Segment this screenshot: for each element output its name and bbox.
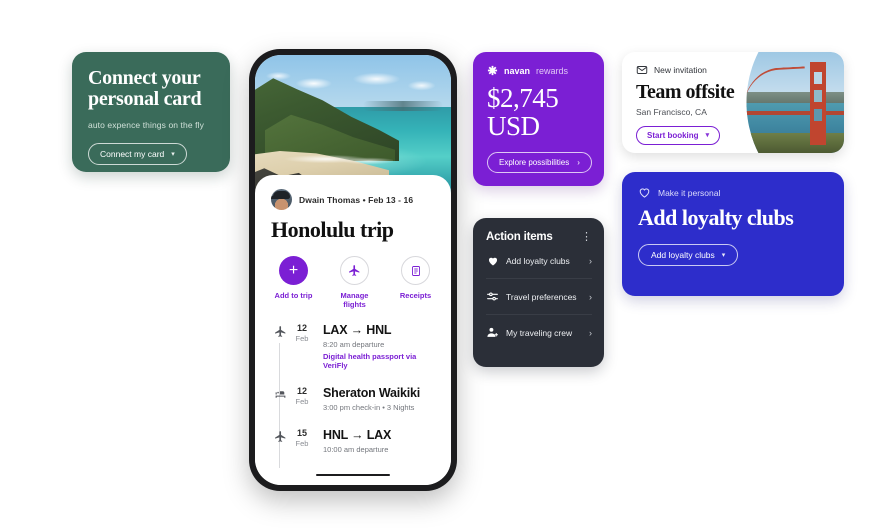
navan-brand-word: rewards [536,65,569,76]
loyalty-title: Add loyalty clubs [638,205,794,230]
team-offsite-invitation-card: New invitation Team offsite San Francisc… [622,52,844,153]
invitation-title: Team offsite [636,81,735,103]
itinerary-timeline: 12 Feb LAX → HNL 8:20 am departure Digit… [271,323,435,470]
avatar [271,189,292,210]
itinerary-item[interactable]: 15 Feb HNL → LAX 10:00 am departure [271,428,435,470]
quick-action-receipts[interactable]: Receipts [396,256,435,309]
navan-rewards-card: navan rewards $2,745 USD Explore possibi… [473,52,604,186]
home-indicator [316,473,390,476]
heart-icon [486,254,499,267]
hero-surf [281,151,393,167]
page-title: Honolulu trip [271,217,394,242]
itinerary-item[interactable]: 12 Feb Sheraton Waikiki 3:00 pm check-in… [271,386,435,428]
quick-action-label: Manage flights [340,291,369,309]
loyalty-kicker-label: Make it personal [658,187,721,198]
itinerary-day: 15 [296,428,307,438]
quick-action-label: Add to trip [274,291,313,300]
itinerary-title: Sheraton Waikiki [323,386,421,400]
chevron-right-icon: › [577,157,580,167]
chevron-right-icon: › [589,255,592,266]
receipt-icon [401,256,430,285]
action-item-travel-preferences[interactable]: Travel preferences › [486,279,592,315]
airplane-icon [271,428,289,454]
connect-card-subtitle: auto expence things on the fly [88,120,204,130]
envelope-icon [636,66,648,74]
heart-outline-icon [639,188,650,198]
itinerary-day: 12 [296,386,307,396]
bed-icon [271,386,289,412]
action-items-title: Action items [486,231,553,243]
rewards-amount-line2: USD [487,111,540,141]
itinerary-date: 15 Feb [289,428,315,454]
navan-logo-icon [487,65,498,76]
itinerary-subtitle: 3:00 pm check-in • 3 Nights [323,403,415,412]
explore-possibilities-button[interactable]: Explore possibilities › [487,152,592,173]
itinerary-month: Feb [295,334,309,343]
navan-brand-name: navan [504,65,531,76]
itinerary-title: HNL → LAX [323,428,392,442]
airplane-icon [271,323,289,370]
invitation-kicker-label: New invitation [654,65,707,75]
quick-action-label: Receipts [399,291,432,300]
loyalty-kicker: Make it personal [638,186,828,199]
itinerary-subtitle: 8:20 am departure [323,340,385,349]
connect-my-card-button[interactable]: Connect my card ▾ [88,143,187,165]
byline-text: Dwain Thomas • Feb 13 - 16 [299,194,414,205]
action-items-header: Action items ⋮ [486,231,592,243]
hero-headland [363,101,443,111]
itinerary-body: LAX → HNL 8:20 am departure Digital heal… [315,323,435,370]
chevron-down-icon: ▾ [721,251,726,259]
sliders-icon [486,290,499,303]
phone-mockup: Dwain Thomas • Feb 13 - 16 Honolulu trip… [249,49,457,491]
explore-possibilities-label: Explore possibilities [499,158,570,167]
kebab-menu-icon[interactable]: ⋮ [581,231,592,243]
itinerary-day: 12 [296,323,307,333]
chevron-right-icon: › [589,291,592,302]
health-passport-link[interactable]: Digital health passport via VeriFly [323,352,435,370]
quick-action-manage-flights[interactable]: Manage flights [335,256,374,309]
add-loyalty-clubs-card: Make it personal Add loyalty clubs Add l… [622,172,844,296]
action-item-my-traveling-crew[interactable]: My traveling crew › [486,315,592,350]
itinerary-body: HNL → LAX 10:00 am departure [315,428,435,454]
action-item-add-loyalty-clubs[interactable]: Add loyalty clubs › [486,243,592,279]
itinerary-body: Sheraton Waikiki 3:00 pm check-in • 3 Ni… [315,386,435,412]
action-items-card: Action items ⋮ Add loyalty clubs › Trave… [473,218,604,367]
chevron-down-icon: ▾ [705,132,710,139]
itinerary-date: 12 Feb [289,323,315,370]
phone-screen: Dwain Thomas • Feb 13 - 16 Honolulu trip… [255,55,451,485]
add-loyalty-clubs-label: Add loyalty clubs [651,250,715,260]
connect-my-card-label: Connect my card [100,149,165,159]
itinerary-subtitle: 10:00 am departure [323,445,389,454]
invitation-kicker: New invitation [636,64,844,76]
invitation-body: New invitation Team offsite San Francisc… [622,52,844,145]
action-item-label: Add loyalty clubs [506,255,570,266]
page-root: Connect your personal card auto expence … [0,0,886,531]
add-loyalty-clubs-button[interactable]: Add loyalty clubs ▾ [638,244,739,266]
start-booking-label: Start booking [647,131,699,140]
action-item-label: Travel preferences [506,291,577,302]
invitation-location: San Francisco, CA [636,107,707,117]
action-item-label: My traveling crew [506,327,573,338]
plus-icon: + [279,256,308,285]
itinerary-date: 12 Feb [289,386,315,412]
chevron-down-icon: ▾ [171,150,175,158]
connect-personal-card: Connect your personal card auto expence … [72,52,230,172]
itinerary-month: Feb [295,397,309,406]
itinerary-month: Feb [295,439,309,448]
quick-actions: + Add to trip Manage flights Receipts [271,256,435,309]
chevron-right-icon: › [589,327,592,338]
airplane-icon [340,256,369,285]
person-add-icon [486,326,499,339]
start-booking-button[interactable]: Start booking ▾ [636,126,721,145]
rewards-amount-line1: $2,745 [487,83,559,113]
connect-card-title: Connect your personal card [88,67,202,110]
quick-action-add-to-trip[interactable]: + Add to trip [274,256,313,309]
itinerary-item[interactable]: 12 Feb LAX → HNL 8:20 am departure Digit… [271,323,435,386]
trip-byline: Dwain Thomas • Feb 13 - 16 [271,189,435,210]
trip-sheet: Dwain Thomas • Feb 13 - 16 Honolulu trip… [255,175,451,485]
itinerary-title: LAX → HNL [323,323,392,337]
navan-brand-row: navan rewards [487,65,590,76]
